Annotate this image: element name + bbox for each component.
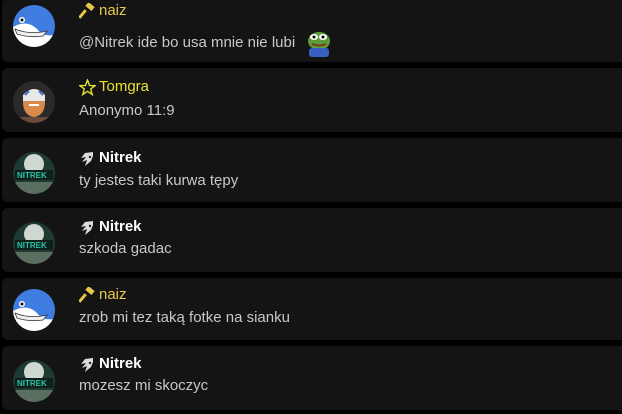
hammer-icon bbox=[79, 2, 96, 20]
author-line: Tomgra bbox=[79, 78, 149, 96]
message-text-line: mozesz mi skoczyc bbox=[79, 377, 208, 395]
hammer-icon bbox=[79, 286, 96, 304]
message-text-line: zrob mi tez taką fotke na sianku bbox=[79, 309, 290, 327]
chat-message: NITREK Nitrek mozesz mi skoczyc bbox=[2, 346, 622, 410]
message-text-line: Anonymo 11:9 bbox=[79, 102, 175, 120]
chat-message: NITREK Nitrek ty jestes taki kurwa tępy bbox=[2, 138, 622, 202]
username[interactable]: Nitrek bbox=[99, 149, 142, 167]
author-line: Nitrek bbox=[79, 149, 142, 167]
sonic-icon bbox=[79, 219, 96, 236]
sonic-icon bbox=[79, 150, 96, 167]
avatar[interactable]: NITREK bbox=[13, 360, 55, 402]
avatar[interactable] bbox=[13, 289, 55, 331]
username[interactable]: naiz bbox=[99, 2, 127, 20]
message-text: @Nitrek ide bo usa mnie nie lubi bbox=[79, 34, 296, 51]
avatar[interactable]: NITREK bbox=[13, 222, 55, 264]
pepe-frog-emoji bbox=[303, 28, 333, 58]
avatar[interactable]: NITREK bbox=[13, 152, 55, 194]
chat-message: naiz zrob mi tez taką fotke na sianku bbox=[2, 278, 622, 340]
star-icon bbox=[79, 78, 96, 96]
message-text: zrob mi tez taką fotke na sianku bbox=[79, 309, 290, 326]
svg-text:NITREK: NITREK bbox=[17, 241, 47, 250]
username[interactable]: Tomgra bbox=[99, 78, 149, 96]
message-text-line: ty jestes taki kurwa tępy bbox=[79, 172, 238, 190]
author-line: naiz bbox=[79, 2, 127, 20]
author-line: naiz bbox=[79, 286, 127, 304]
chat-message: Tomgra Anonymo 11:9 bbox=[2, 68, 622, 132]
author-line: Nitrek bbox=[79, 218, 142, 236]
svg-text:NITREK: NITREK bbox=[17, 171, 47, 180]
message-text: szkoda gadac bbox=[79, 240, 172, 257]
author-line: Nitrek bbox=[79, 355, 142, 373]
message-text-line: szkoda gadac bbox=[79, 240, 172, 258]
avatar[interactable] bbox=[13, 5, 55, 47]
username[interactable]: naiz bbox=[99, 286, 127, 304]
message-text-line: @Nitrek ide bo usa mnie nie lubi bbox=[79, 28, 333, 58]
avatar[interactable] bbox=[13, 81, 55, 123]
message-text: Anonymo 11:9 bbox=[79, 102, 175, 119]
message-text: ty jestes taki kurwa tępy bbox=[79, 172, 239, 189]
svg-text:NITREK: NITREK bbox=[17, 379, 47, 388]
chat-message: naiz @Nitrek ide bo usa mnie nie lubi bbox=[2, 0, 622, 62]
chat-feed: naiz @Nitrek ide bo usa mnie nie lubi To… bbox=[0, 0, 622, 414]
message-text: mozesz mi skoczyc bbox=[79, 377, 209, 394]
username[interactable]: Nitrek bbox=[99, 218, 142, 236]
chat-message: NITREK Nitrek szkoda gadac bbox=[2, 208, 622, 272]
sonic-icon bbox=[79, 356, 96, 373]
username[interactable]: Nitrek bbox=[99, 355, 142, 373]
